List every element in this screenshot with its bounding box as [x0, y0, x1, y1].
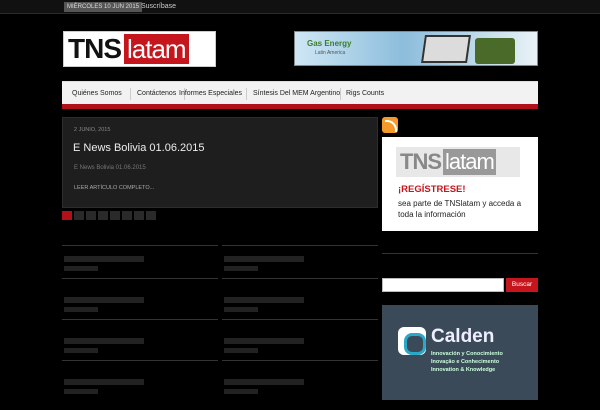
item-meta [224, 266, 258, 271]
banner-title: Gas Energy [307, 39, 352, 48]
search-input[interactable] [382, 278, 504, 292]
list-item[interactable] [62, 297, 218, 328]
nav-informes-especiales[interactable]: Informes Especiales [179, 89, 242, 98]
rss-icon [382, 117, 398, 133]
list-item[interactable] [222, 379, 378, 410]
tablet-image [475, 38, 515, 64]
read-more-link[interactable]: LEER ARTÍCULO COMPLETO... [74, 185, 154, 191]
pager-dot[interactable] [134, 211, 144, 220]
item-meta [64, 348, 98, 353]
nav-divider [246, 88, 247, 100]
item-title [64, 256, 144, 262]
divider [62, 319, 218, 320]
nav-divider [130, 88, 131, 100]
list-item[interactable] [62, 256, 218, 287]
divider [222, 319, 378, 320]
divider [222, 245, 378, 246]
pager-dot[interactable] [74, 211, 84, 220]
item-meta [64, 389, 98, 394]
pager-dot[interactable] [146, 211, 156, 220]
gas-energy-banner-ad[interactable]: Gas Energy Latin America [294, 31, 538, 66]
item-title [224, 338, 304, 344]
nav-quienes-somos[interactable]: Quiénes Somos [72, 89, 122, 98]
pager-dot[interactable] [86, 211, 96, 220]
pager-dot[interactable] [122, 211, 132, 220]
logo-text-tns: TNS [68, 33, 122, 64]
register-promo[interactable]: TNS latam ¡REGÍSTRESE! sea parte de TNSl… [382, 137, 538, 231]
divider [62, 245, 218, 246]
search-button[interactable]: Buscar [506, 278, 538, 292]
divider [222, 360, 378, 361]
divider [222, 278, 378, 279]
divider [62, 360, 218, 361]
pager-dot[interactable] [110, 211, 120, 220]
column-heading[interactable] [222, 232, 378, 240]
nav-contactenos[interactable]: Contáctenos [137, 89, 176, 98]
item-title [64, 338, 144, 344]
promo-logo-tns: TNS [400, 149, 442, 174]
post-title[interactable]: E News Bolivia 01.06.2015 [73, 142, 204, 154]
list-item[interactable] [62, 338, 218, 369]
news-column-right [222, 232, 378, 410]
list-item[interactable] [62, 379, 218, 410]
search-form: Buscar [382, 278, 538, 292]
calden-tagline-pt: Inovação e Conhecimento [431, 359, 500, 365]
nav-accent-bar [62, 104, 538, 109]
item-title [64, 297, 144, 303]
item-title [224, 379, 304, 385]
calden-tagline-en: Innovation & Knowledge [431, 367, 496, 373]
banner-subtitle: Latin America [315, 50, 346, 56]
item-title [64, 379, 144, 385]
rss-widget[interactable] [382, 117, 538, 133]
current-date: MIÉRCOLES 10 JUN 2015 [64, 2, 143, 12]
calden-tagline-es: Innovación y Conocimiento [431, 351, 503, 357]
promo-logo: TNS latam [396, 147, 520, 177]
main-navigation: Quiénes Somos Contáctenos Informes Espec… [62, 81, 538, 109]
post-excerpt: E News Bolivia 01.06.2015 [74, 165, 146, 171]
divider [382, 253, 538, 254]
promo-logo-latam: latam [443, 149, 496, 175]
news-column-left [62, 232, 218, 410]
promo-text: sea parte de TNSlatam y acceda a toda la… [398, 199, 522, 219]
post-date: 2 JUNIO, 2015 [74, 127, 111, 133]
list-item[interactable] [222, 256, 378, 287]
nav-sintesis-mem[interactable]: Síntesis Del MEM Argentino [253, 89, 340, 98]
item-meta [224, 389, 258, 394]
pager-dot[interactable] [62, 211, 72, 220]
calden-logo-icon [398, 327, 426, 355]
divider [62, 278, 218, 279]
list-item[interactable] [222, 338, 378, 369]
item-title [224, 256, 304, 262]
search-section-header [382, 249, 538, 259]
featured-post: 2 JUNIO, 2015 E News Bolivia 01.06.2015 … [62, 117, 378, 208]
laptop-image [421, 35, 471, 63]
item-title [224, 297, 304, 303]
nav-divider [340, 88, 341, 100]
item-meta [224, 307, 258, 312]
item-meta [64, 307, 98, 312]
list-item[interactable] [222, 297, 378, 328]
item-meta [224, 348, 258, 353]
calden-name: Calden [431, 326, 495, 347]
item-meta [64, 266, 98, 271]
pager-dot[interactable] [98, 211, 108, 220]
column-heading[interactable] [62, 232, 218, 240]
nav-rigs-counts[interactable]: Rigs Counts [346, 89, 384, 98]
top-bar: MIÉRCOLES 10 JUN 2015 Suscríbase [0, 0, 600, 14]
calden-ad[interactable]: Calden Innovación y Conocimiento Inovaçã… [382, 305, 538, 400]
logo-text-latam: latam [124, 34, 189, 64]
subscribe-link[interactable]: Suscríbase [141, 1, 176, 13]
slider-pager [62, 211, 163, 220]
site-logo[interactable]: TNS latam [63, 31, 216, 67]
promo-register-heading: ¡REGÍSTRESE! [398, 184, 466, 195]
